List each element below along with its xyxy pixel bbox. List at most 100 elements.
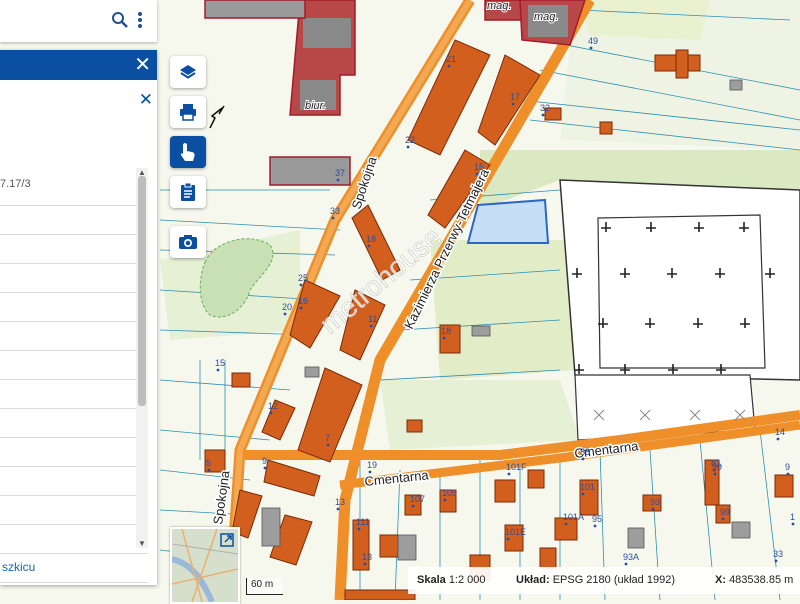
- address-point: [786, 472, 790, 476]
- address-point: [443, 498, 447, 502]
- address-point: [589, 46, 593, 50]
- address-point: [263, 466, 267, 470]
- attribute-row: [0, 467, 148, 496]
- address-point: [367, 244, 371, 248]
- address-point: [624, 562, 628, 566]
- scale-bar: 60 m: [246, 578, 283, 595]
- address-point: [207, 468, 211, 472]
- screenshot-button[interactable]: [170, 226, 206, 258]
- identify-button[interactable]: [170, 136, 206, 168]
- address-point: [712, 468, 716, 472]
- crs-label: Układ:: [516, 574, 550, 586]
- house-number: 25: [298, 273, 308, 283]
- close-icon[interactable]: ✕: [139, 90, 153, 110]
- scrollbar[interactable]: ▲ ▼: [136, 168, 148, 548]
- status-bar: Skala 1:2 000 Układ: EPSG 2180 (układ 19…: [408, 567, 800, 594]
- address-point: [406, 145, 410, 149]
- building-type-label: mag.: [487, 0, 511, 12]
- house-number: 101E: [505, 527, 526, 537]
- address-point: [326, 443, 330, 447]
- attribute-row: [0, 525, 148, 554]
- address-point: [581, 457, 585, 461]
- building-type-label: mag.: [534, 11, 558, 23]
- house-number: 93: [650, 497, 660, 507]
- house-number: 88: [580, 447, 590, 457]
- house-number: 18: [366, 234, 376, 244]
- address-point: [651, 507, 655, 511]
- print-button[interactable]: [170, 96, 206, 128]
- house-number: 81: [711, 458, 721, 468]
- house-number: 16: [298, 296, 308, 306]
- green-field: [430, 240, 575, 380]
- selected-parcel[interactable]: [466, 198, 550, 244]
- address-point: [331, 216, 335, 220]
- address-point: [216, 368, 220, 372]
- address-point: [507, 472, 511, 476]
- attribute-row: [0, 438, 148, 467]
- house-number: 7: [325, 433, 330, 443]
- address-point: [721, 517, 725, 521]
- overview-map[interactable]: [170, 527, 240, 604]
- house-number: 107: [410, 494, 425, 504]
- address-point: [368, 470, 372, 474]
- address-point: [299, 283, 303, 287]
- parcel-info-panel: ✕ ✕ 7.17/3 ▲ ▼ szkicu: [0, 50, 157, 585]
- house-number: 95: [592, 514, 602, 524]
- house-number: 13: [335, 497, 345, 507]
- address-point: [593, 524, 597, 528]
- attribute-row: [0, 380, 148, 409]
- address-point: [411, 504, 415, 508]
- house-number: 9: [262, 456, 267, 466]
- address-point: [283, 312, 287, 316]
- address-point: [774, 559, 778, 563]
- address-point: [713, 472, 717, 476]
- address-point: [447, 64, 451, 68]
- address-point: [357, 527, 361, 531]
- house-number: 5: [206, 458, 211, 468]
- house-number: 111: [356, 517, 370, 527]
- x-coordinate-label: X:: [715, 574, 726, 586]
- house-number: 9: [785, 462, 790, 472]
- attribute-list: [0, 205, 148, 590]
- search-icon[interactable]: [111, 11, 129, 34]
- report-button[interactable]: [170, 176, 206, 208]
- address-point: [369, 324, 373, 328]
- x-coordinate-value: 483538.85 m: [729, 574, 794, 586]
- kebab-menu-icon[interactable]: [136, 11, 144, 34]
- address-point: [299, 306, 303, 310]
- attribute-row: [0, 322, 148, 351]
- house-number: 13: [362, 552, 372, 562]
- expand-icon[interactable]: [220, 533, 234, 552]
- address-point: [336, 507, 340, 511]
- attribute-row: [0, 235, 148, 264]
- green-field: [580, 0, 710, 40]
- close-icon[interactable]: ✕: [134, 53, 151, 77]
- house-number: 49: [588, 36, 598, 46]
- address-point: [363, 562, 367, 566]
- building-type-label: biur.: [305, 100, 326, 112]
- address-point: [776, 437, 780, 441]
- crs-value: EPSG 2180 (układ 1992): [552, 574, 675, 586]
- address-point: [475, 172, 479, 176]
- parcel-number-fragment: 7.17/3: [0, 178, 31, 190]
- house-number: 101A: [563, 512, 584, 522]
- scroll-thumb[interactable]: [138, 176, 146, 406]
- search-bar[interactable]: [0, 0, 157, 42]
- address-point: [442, 336, 446, 340]
- house-number: 22: [405, 135, 415, 145]
- house-number: 37: [335, 168, 345, 178]
- print-icon: [180, 104, 196, 121]
- address-point: [791, 522, 795, 526]
- house-number: 101: [580, 482, 595, 492]
- hand-pointer-icon: [180, 143, 195, 161]
- scroll-down-icon[interactable]: ▼: [138, 539, 146, 548]
- layers-button[interactable]: [170, 56, 206, 88]
- house-number: 19: [367, 460, 377, 470]
- attribute-row: [0, 496, 148, 525]
- house-number: 15: [215, 358, 225, 368]
- attribute-row: [0, 293, 148, 322]
- sketch-link[interactable]: szkicu: [2, 560, 35, 574]
- house-number: 32: [540, 103, 550, 113]
- attribute-row: [0, 409, 148, 438]
- attribute-row: [0, 264, 148, 293]
